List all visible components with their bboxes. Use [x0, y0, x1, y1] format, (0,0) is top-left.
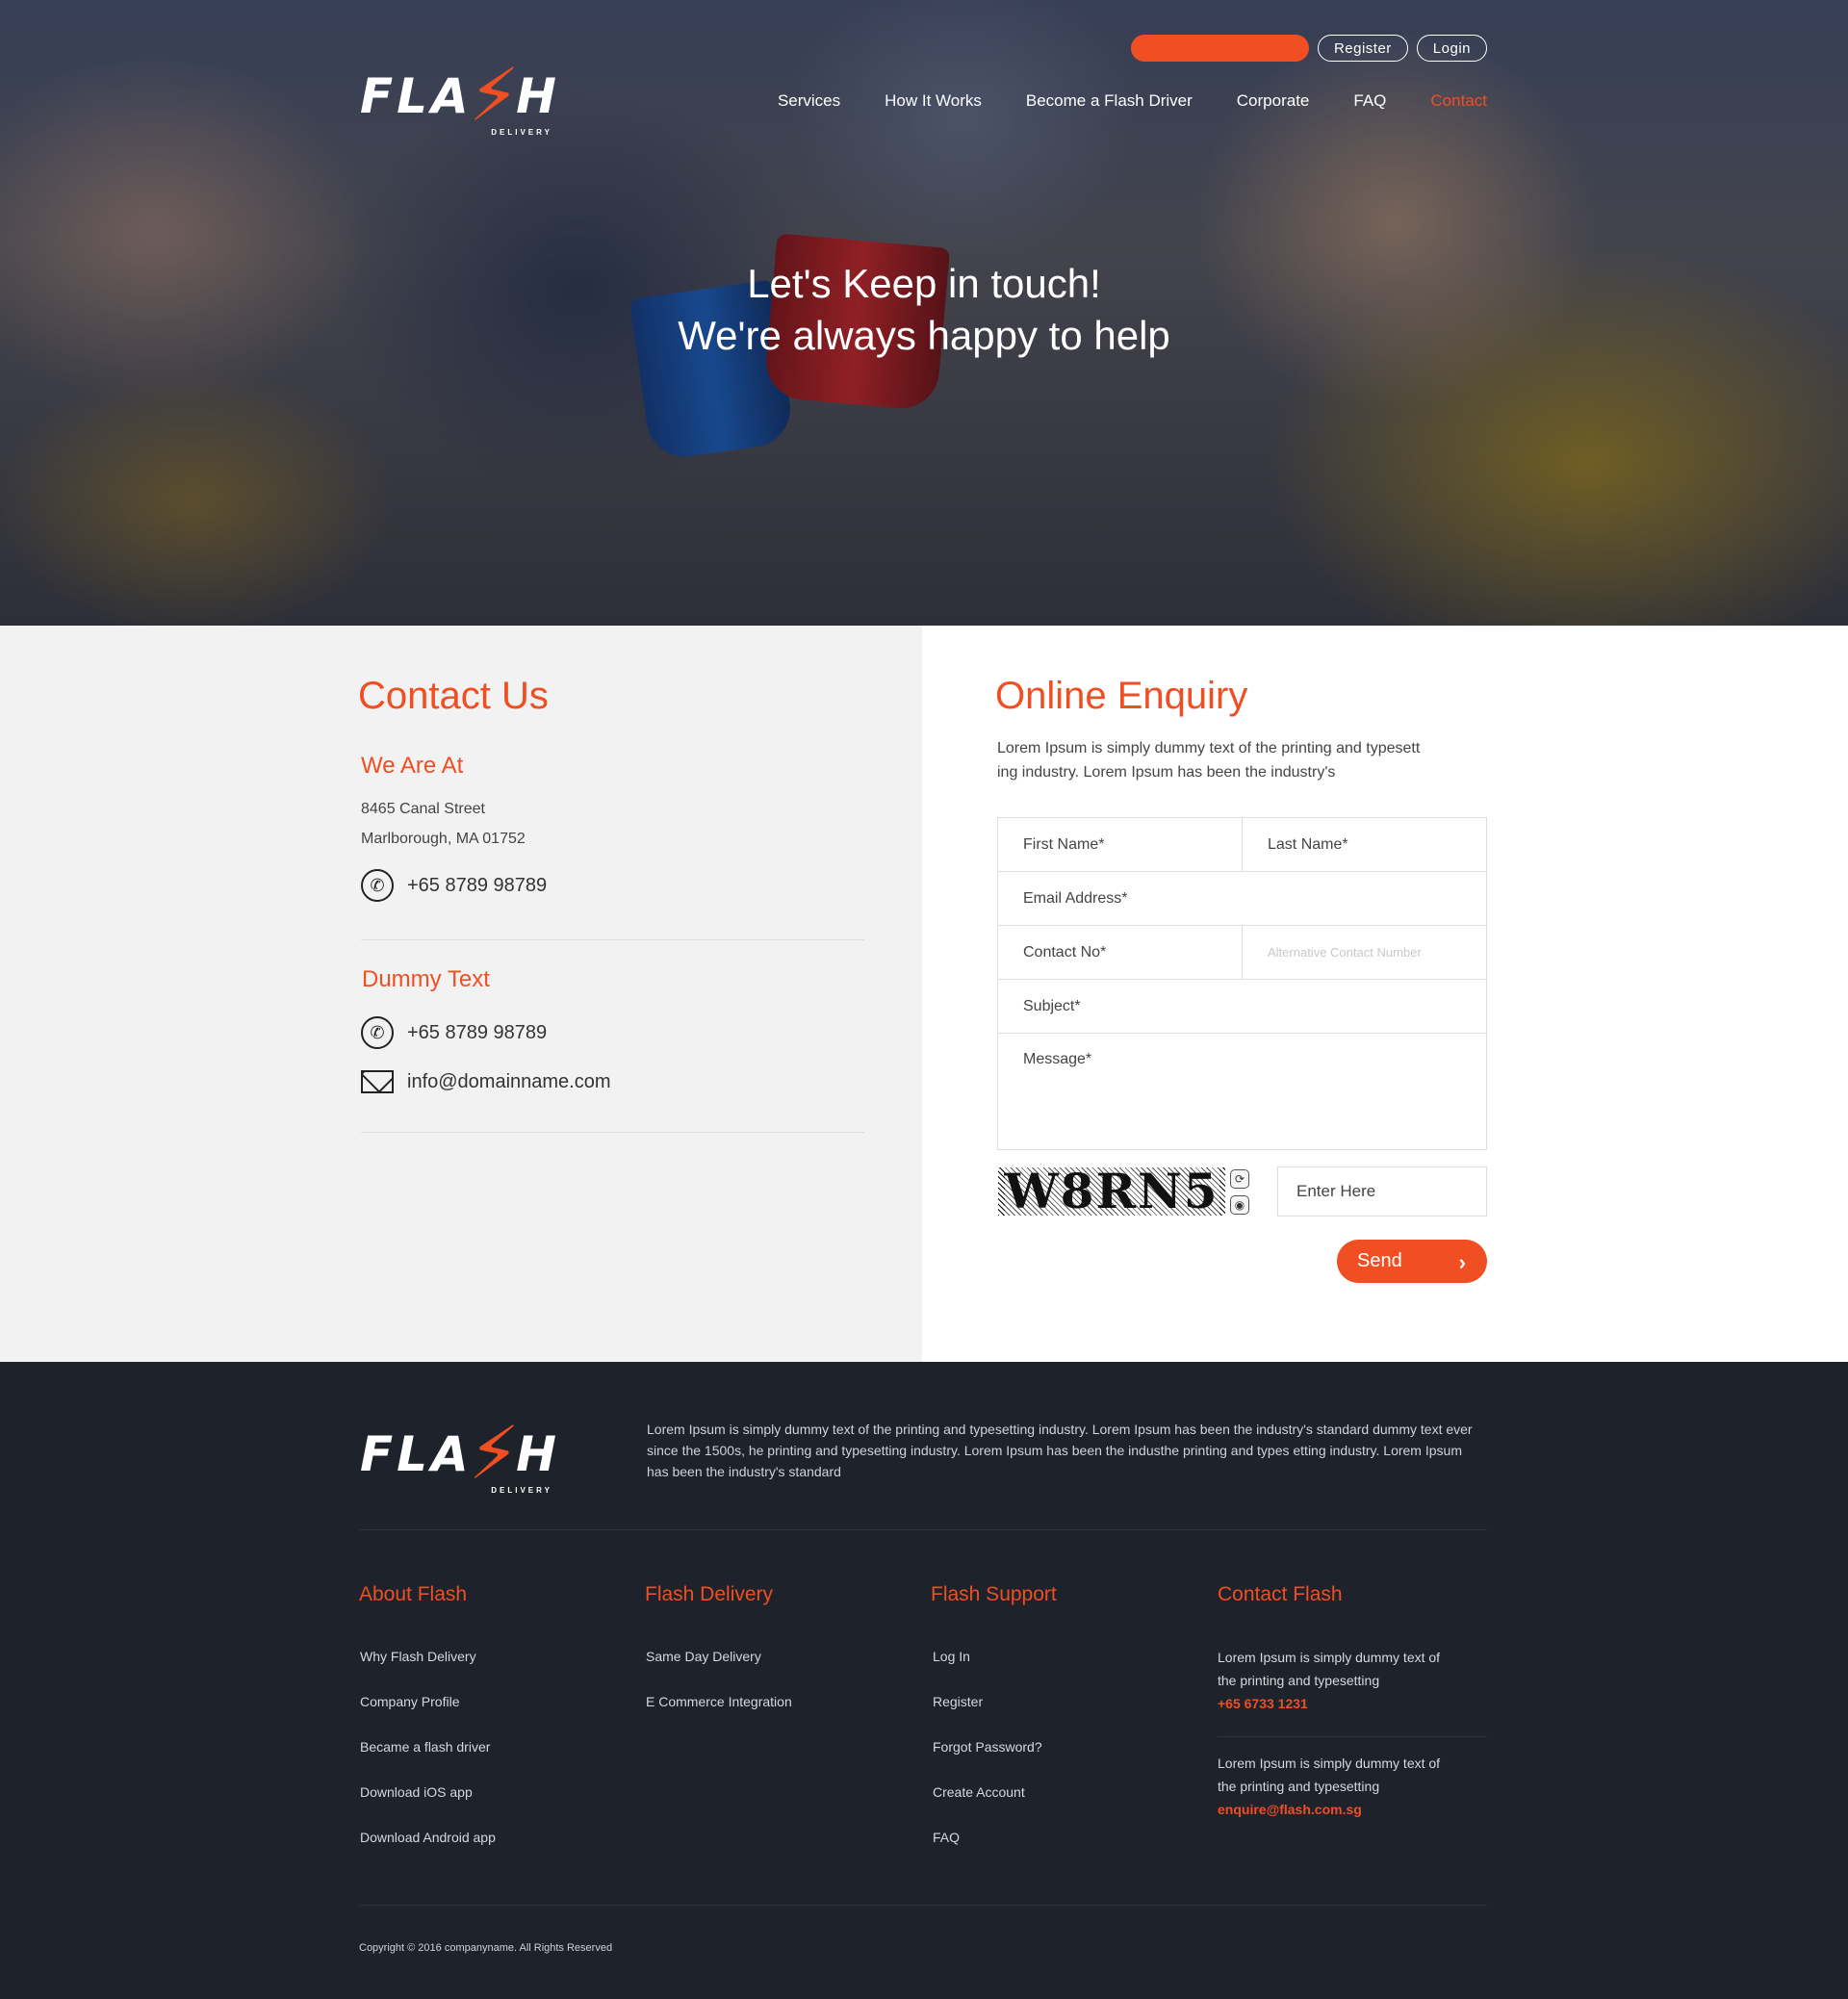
- phone-icon: ✆: [361, 1016, 394, 1049]
- footer-contact-2-text: Lorem Ipsum is simply dummy text of the …: [1218, 1756, 1441, 1794]
- footer-link[interactable]: Create Account: [933, 1784, 1042, 1830]
- captcha-input[interactable]: Enter Here: [1277, 1166, 1487, 1217]
- nav-how-it-works[interactable]: How It Works: [885, 91, 982, 111]
- first-name-field[interactable]: First Name*: [998, 818, 1242, 871]
- nav-contact[interactable]: Contact: [1430, 91, 1487, 111]
- main-nav: Services How It Works Become a Flash Dri…: [778, 91, 1487, 111]
- logo-text-left: FLA: [360, 1426, 473, 1482]
- footer-logo[interactable]: FLA ⚡ H DELIVERY: [360, 1413, 560, 1496]
- chevron-right-icon: ›: [1458, 1250, 1466, 1274]
- footer-link[interactable]: Became a flash driver: [360, 1739, 496, 1784]
- hero-heading: Let's Keep in touch! We're always happy …: [0, 258, 1848, 362]
- captcha-text: W8RN5: [1004, 1163, 1219, 1219]
- email-row[interactable]: info@domainname.com: [361, 1070, 611, 1093]
- footer-col-delivery-title: Flash Delivery: [645, 1583, 774, 1605]
- footer-link[interactable]: FAQ: [933, 1830, 1042, 1875]
- footer-contact-1: Lorem Ipsum is simply dummy text of the …: [1218, 1646, 1458, 1715]
- we-are-at-title: We Are At: [361, 753, 464, 779]
- address-line-1: 8465 Canal Street: [361, 801, 485, 817]
- phone-number-1: +65 8789 98789: [407, 874, 548, 896]
- logo-subtitle: DELIVERY: [491, 1486, 552, 1495]
- footer-divider: [1218, 1736, 1487, 1737]
- copyright-text: Copyright © 2016 companyname. All Rights…: [359, 1942, 613, 1954]
- phone-number-2: +65 8789 98789: [407, 1021, 548, 1043]
- footer-contact-2: Lorem Ipsum is simply dummy text of the …: [1218, 1752, 1458, 1821]
- nav-become-driver[interactable]: Become a Flash Driver: [1026, 91, 1193, 111]
- header-actions: Make a Booking Now Register Login: [1131, 35, 1487, 62]
- make-booking-button[interactable]: Make a Booking Now: [1131, 35, 1309, 62]
- dummy-text-title: Dummy Text: [362, 966, 490, 992]
- intro-line-2: ing industry. Lorem Ipsum has been the i…: [997, 764, 1336, 781]
- logo-text-left: FLA: [360, 68, 473, 124]
- enquiry-intro: Lorem Ipsum is simply dummy text of the …: [997, 736, 1420, 784]
- address-block: 8465 Canal Street Marlborough, MA 01752: [361, 794, 526, 854]
- contact-number-field[interactable]: Contact No*: [998, 926, 1242, 979]
- footer-link[interactable]: Company Profile: [360, 1694, 496, 1739]
- alternative-contact-field[interactable]: Alternative Contact Number: [1242, 926, 1486, 979]
- email-address: info@domainname.com: [407, 1070, 611, 1092]
- logo-text-right: H: [516, 1426, 560, 1482]
- footer-link[interactable]: Download iOS app: [360, 1784, 496, 1830]
- contact-us-title: Contact Us: [358, 675, 549, 717]
- nav-services[interactable]: Services: [778, 91, 840, 111]
- footer-divider: [359, 1905, 1487, 1906]
- login-button[interactable]: Login: [1416, 35, 1487, 62]
- register-button[interactable]: Register: [1317, 35, 1408, 62]
- nav-corporate[interactable]: Corporate: [1237, 91, 1310, 111]
- hero-line-2: We're always happy to help: [678, 313, 1170, 358]
- footer-phone-link[interactable]: +65 6733 1231: [1218, 1696, 1308, 1711]
- last-name-field[interactable]: Last Name*: [1242, 818, 1486, 871]
- footer-about-text: Lorem Ipsum is simply dummy text of the …: [647, 1422, 1473, 1479]
- hero-banner: FLA ⚡ H DELIVERY Make a Booking Now Regi…: [0, 0, 1848, 626]
- hero-line-1: Let's Keep in touch!: [747, 261, 1101, 306]
- footer-col-delivery-links: Same Day Delivery E Commerce Integration: [646, 1649, 792, 1739]
- footer-link[interactable]: Download Android app: [360, 1830, 496, 1875]
- footer-link[interactable]: Log In: [933, 1649, 1042, 1694]
- contact-us-panel: [0, 626, 922, 1362]
- subject-field[interactable]: Subject*: [998, 980, 1486, 1033]
- enquiry-form: First Name* Last Name* Email Address* Co…: [997, 817, 1487, 1150]
- email-field[interactable]: Email Address*: [998, 872, 1486, 925]
- online-enquiry-title: Online Enquiry: [995, 675, 1248, 717]
- mail-icon: [361, 1070, 394, 1093]
- send-button[interactable]: Send ›: [1337, 1240, 1487, 1283]
- nav-faq[interactable]: FAQ: [1353, 91, 1386, 111]
- footer-col-support-title: Flash Support: [931, 1583, 1057, 1605]
- message-field[interactable]: Message*: [998, 1034, 1486, 1068]
- address-line-2: Marlborough, MA 01752: [361, 831, 526, 847]
- refresh-icon[interactable]: ⟳: [1230, 1169, 1249, 1189]
- phone-row-2[interactable]: ✆ +65 8789 98789: [361, 1016, 547, 1049]
- divider: [361, 939, 864, 940]
- footer-link[interactable]: Why Flash Delivery: [360, 1649, 496, 1694]
- audio-icon[interactable]: ◉: [1230, 1195, 1249, 1215]
- header-logo[interactable]: FLA ⚡ H DELIVERY: [360, 55, 560, 138]
- send-label: Send: [1357, 1250, 1402, 1271]
- intro-line-1: Lorem Ipsum is simply dummy text of the …: [997, 740, 1421, 756]
- logo-text-right: H: [516, 68, 560, 124]
- lightning-bolt-icon: ⚡: [468, 1413, 521, 1495]
- footer-col-support-links: Log In Register Forgot Password? Create …: [933, 1649, 1042, 1875]
- footer-link[interactable]: E Commerce Integration: [646, 1694, 792, 1739]
- footer-link[interactable]: Register: [933, 1694, 1042, 1739]
- footer-col-about-title: About Flash: [359, 1583, 468, 1605]
- divider: [361, 1132, 864, 1133]
- footer-email-link[interactable]: enquire@flash.com.sg: [1218, 1802, 1362, 1817]
- logo-subtitle: DELIVERY: [491, 128, 552, 137]
- footer-col-about-links: Why Flash Delivery Company Profile Becam…: [360, 1649, 496, 1875]
- footer-link[interactable]: Forgot Password?: [933, 1739, 1042, 1784]
- footer-contact-1-text: Lorem Ipsum is simply dummy text of the …: [1218, 1650, 1441, 1688]
- captcha-image: W8RN5: [998, 1167, 1225, 1216]
- phone-icon: ✆: [361, 869, 394, 902]
- lightning-bolt-icon: ⚡: [468, 55, 521, 137]
- footer-col-contact-title: Contact Flash: [1218, 1583, 1343, 1605]
- footer-link[interactable]: Same Day Delivery: [646, 1649, 792, 1694]
- phone-row-1[interactable]: ✆ +65 8789 98789: [361, 869, 547, 902]
- footer-divider: [359, 1529, 1487, 1530]
